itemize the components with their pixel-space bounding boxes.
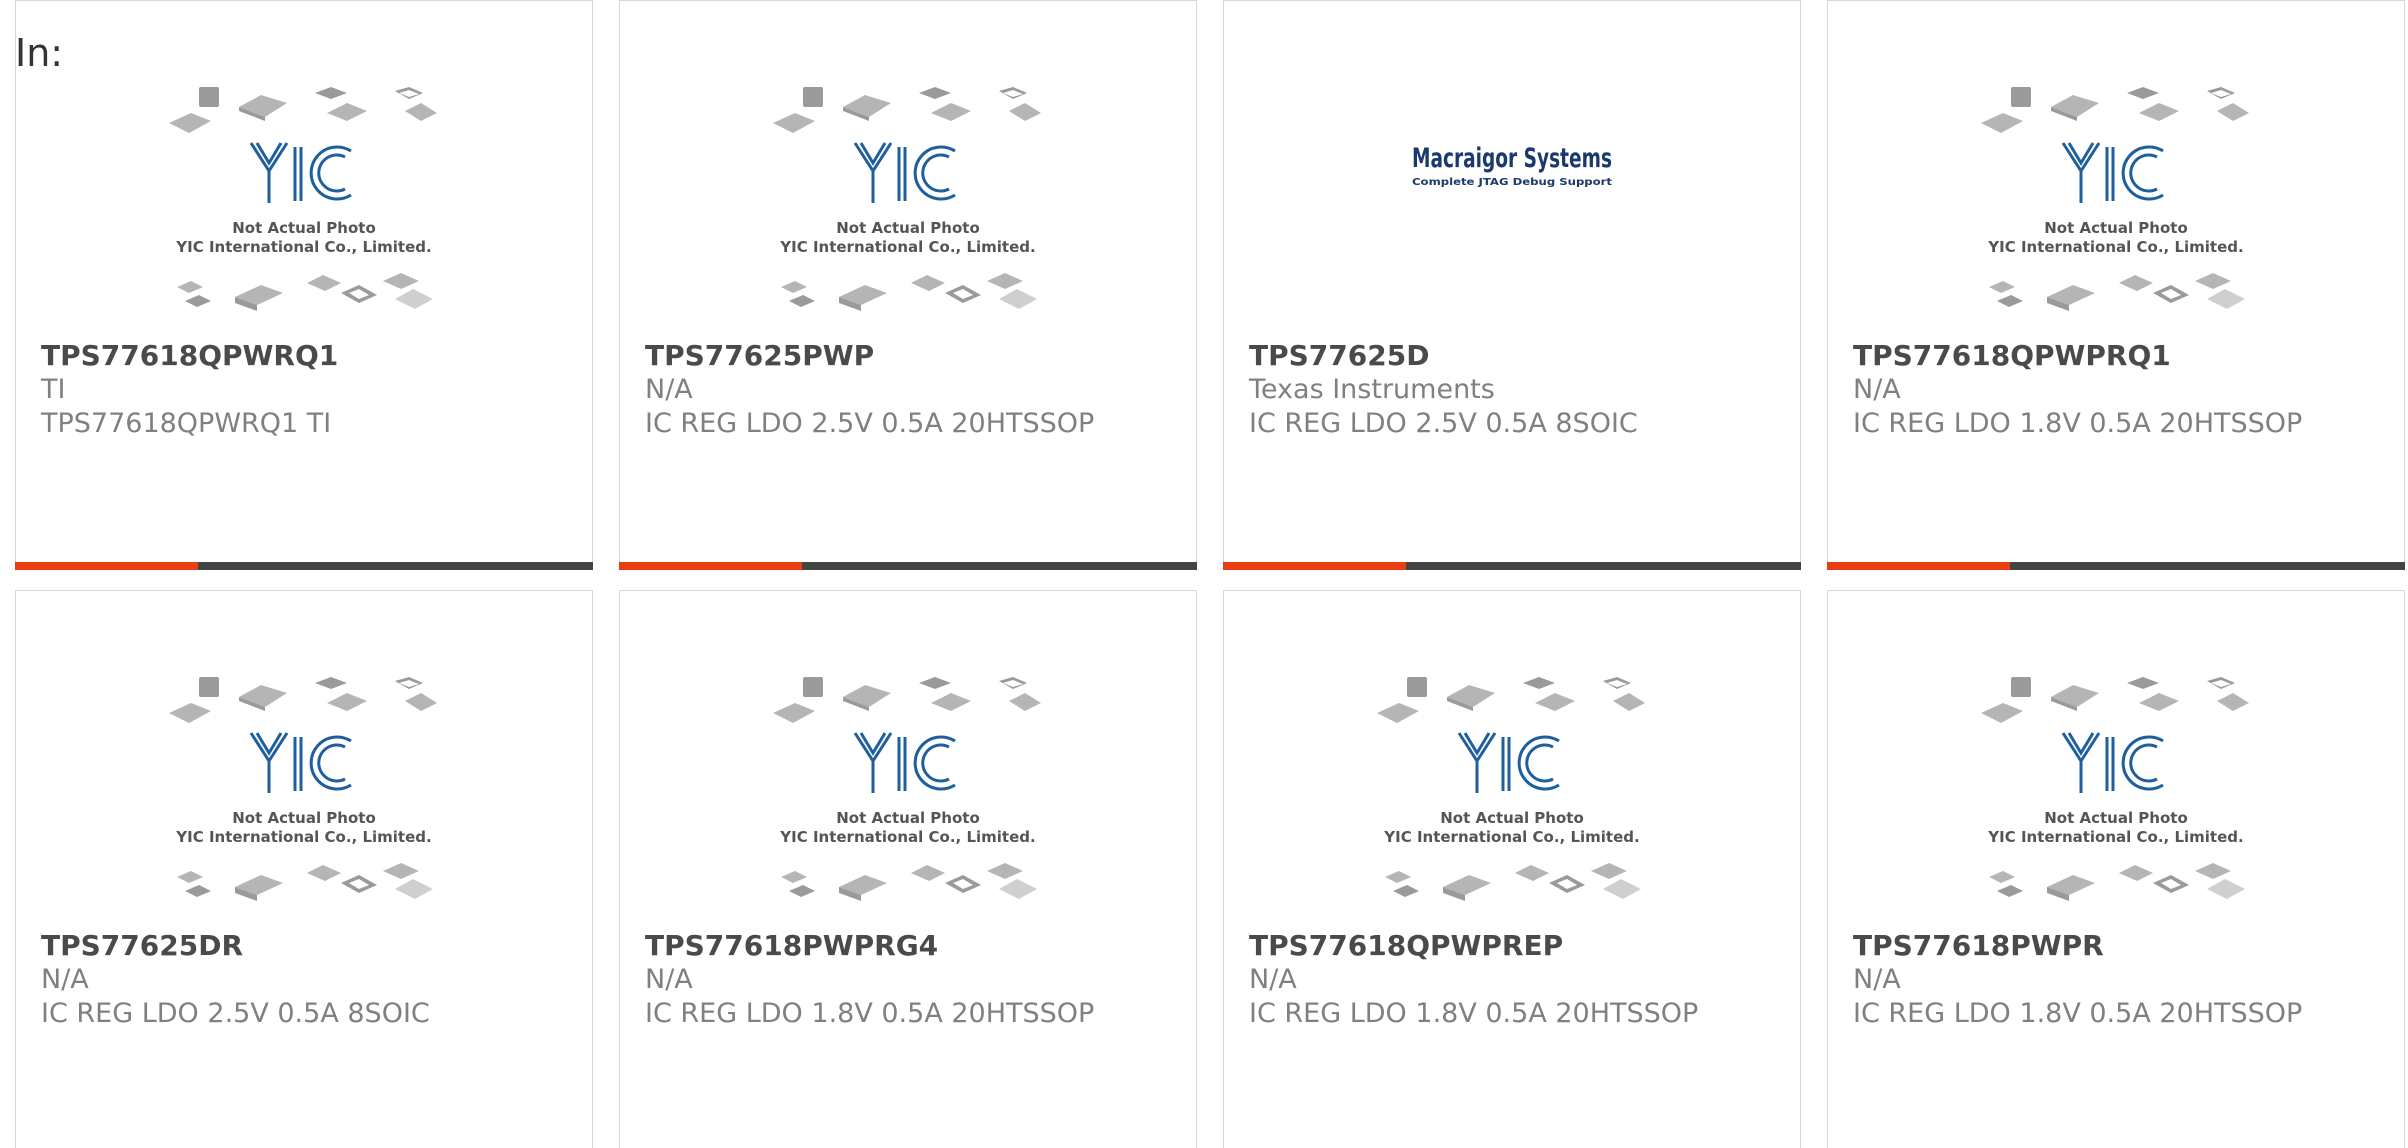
product-info: TPS77625PWP N/A IC REG LDO 2.5V 0.5A 20H… (645, 339, 1184, 441)
svg-text:YIC International Co., Limited: YIC International Co., Limited. (1383, 828, 1639, 846)
product-card[interactable]: Not Actual Photo YIC International Co., … (1223, 590, 1801, 1148)
placeholder-photo-icon: Not Actual Photo YIC International Co., … (1377, 677, 1645, 901)
manufacturer: N/A (41, 964, 89, 995)
card-progress-bar (619, 562, 1197, 570)
product-info: TPS77625D Texas Instruments IC REG LDO 2… (1249, 339, 1788, 441)
svg-text:Not Actual Photo: Not Actual Photo (232, 809, 376, 827)
part-number[interactable]: TPS77625D (1249, 339, 1788, 373)
product-image[interactable]: Not Actual Photo YIC International Co., … (1828, 677, 2404, 923)
product-info: TPS77618QPWPRQ1 N/A IC REG LDO 1.8V 0.5A… (1853, 339, 2392, 441)
manufacturer: N/A (1853, 374, 1901, 405)
description: IC REG LDO 1.8V 0.5A 20HTSSOP (645, 998, 1095, 1029)
card-progress-bar (1223, 562, 1801, 570)
svg-text:YIC International Co., Limited: YIC International Co., Limited. (175, 238, 431, 256)
product-grid: Not Actual Photo YIC International Co., … (15, 0, 2407, 1148)
part-number[interactable]: TPS77618QPWPRQ1 (1853, 339, 2392, 373)
placeholder-photo-icon: Not Actual Photo YIC International Co., … (773, 677, 1041, 901)
product-grid-page: Not Actual Photo YIC International Co., … (0, 0, 2408, 1148)
svg-text:Not Actual Photo: Not Actual Photo (2044, 809, 2188, 827)
svg-text:Not Actual Photo: Not Actual Photo (836, 219, 980, 237)
product-info: TPS77618PWPR N/A IC REG LDO 1.8V 0.5A 20… (1853, 929, 2392, 1031)
product-card[interactable]: Macraigor Systems Complete JTAG Debug Su… (1223, 0, 1801, 570)
placeholder-photo-icon: Not Actual Photo YIC International Co., … (1981, 677, 2249, 901)
product-info: TPS77618PWPRG4 N/A IC REG LDO 1.8V 0.5A … (645, 929, 1184, 1031)
product-image[interactable]: Not Actual Photo YIC International Co., … (1828, 87, 2404, 333)
part-number[interactable]: TPS77618QPWRQ1 (41, 339, 580, 373)
description: IC REG LDO 1.8V 0.5A 20HTSSOP (1853, 408, 2303, 439)
description: TPS77618QPWRQ1 TI (41, 408, 332, 439)
manufacturer: Texas Instruments (1249, 374, 1495, 405)
placeholder-photo-icon: Not Actual Photo YIC International Co., … (1981, 87, 2249, 311)
product-image[interactable]: Not Actual Photo YIC International Co., … (16, 87, 592, 333)
product-image[interactable]: Not Actual Photo YIC International Co., … (1224, 677, 1800, 923)
part-number[interactable]: TPS77625DR (41, 929, 580, 963)
description: IC REG LDO 2.5V 0.5A 20HTSSOP (645, 408, 1095, 439)
manufacturer: N/A (1249, 964, 1297, 995)
svg-text:Not Actual Photo: Not Actual Photo (1440, 809, 1584, 827)
manufacturer: N/A (1853, 964, 1901, 995)
card-progress-bar (15, 562, 593, 570)
macraigor-logo-icon: Macraigor Systems Complete JTAG Debug Su… (1412, 143, 1612, 188)
product-image[interactable]: Not Actual Photo YIC International Co., … (620, 87, 1196, 333)
product-image[interactable]: Not Actual Photo YIC International Co., … (16, 677, 592, 923)
svg-text:Complete JTAG Debug Support: Complete JTAG Debug Support (1412, 177, 1612, 188)
svg-text:Not Actual Photo: Not Actual Photo (232, 219, 376, 237)
product-info: TPS77618QPWPREP N/A IC REG LDO 1.8V 0.5A… (1249, 929, 1788, 1031)
manufacturer: N/A (645, 374, 693, 405)
svg-text:Not Actual Photo: Not Actual Photo (2044, 219, 2188, 237)
description: IC REG LDO 1.8V 0.5A 20HTSSOP (1249, 998, 1699, 1029)
svg-text:YIC International Co., Limited: YIC International Co., Limited. (779, 828, 1035, 846)
svg-text:YIC International Co., Limited: YIC International Co., Limited. (1987, 238, 2243, 256)
manufacturer: TI (41, 374, 66, 405)
svg-text:YIC International Co., Limited: YIC International Co., Limited. (1987, 828, 2243, 846)
description: IC REG LDO 2.5V 0.5A 8SOIC (41, 998, 430, 1029)
product-info: TPS77625DR N/A IC REG LDO 2.5V 0.5A 8SOI… (41, 929, 580, 1031)
part-number[interactable]: TPS77618PWPR (1853, 929, 2392, 963)
placeholder-photo-icon: Not Actual Photo YIC International Co., … (773, 87, 1041, 311)
placeholder-photo-icon: Not Actual Photo YIC International Co., … (169, 677, 437, 901)
description: IC REG LDO 1.8V 0.5A 20HTSSOP (1853, 998, 2303, 1029)
part-number[interactable]: TPS77618PWPRG4 (645, 929, 1184, 963)
product-card[interactable]: Not Actual Photo YIC International Co., … (619, 0, 1197, 570)
part-number[interactable]: TPS77618QPWPREP (1249, 929, 1788, 963)
product-image[interactable]: Not Actual Photo YIC International Co., … (620, 677, 1196, 923)
placeholder-photo-icon: Not Actual Photo YIC International Co., … (169, 87, 437, 311)
svg-text:YIC International Co., Limited: YIC International Co., Limited. (175, 828, 431, 846)
product-image[interactable]: Macraigor Systems Complete JTAG Debug Su… (1224, 87, 1800, 333)
card-progress-bar (1827, 562, 2405, 570)
svg-text:Not Actual Photo: Not Actual Photo (836, 809, 980, 827)
product-card[interactable]: Not Actual Photo YIC International Co., … (15, 0, 593, 570)
product-card[interactable]: Not Actual Photo YIC International Co., … (1827, 0, 2405, 570)
svg-text:YIC International Co., Limited: YIC International Co., Limited. (779, 238, 1035, 256)
product-info: TPS77618QPWRQ1 TI TPS77618QPWRQ1 TI (41, 339, 580, 441)
description: IC REG LDO 2.5V 0.5A 8SOIC (1249, 408, 1638, 439)
product-card[interactable]: Not Actual Photo YIC International Co., … (15, 590, 593, 1148)
in-label: In: (15, 31, 64, 75)
manufacturer: N/A (645, 964, 693, 995)
part-number[interactable]: TPS77625PWP (645, 339, 1184, 373)
svg-text:Macraigor Systems: Macraigor Systems (1412, 143, 1612, 174)
product-card[interactable]: Not Actual Photo YIC International Co., … (1827, 590, 2405, 1148)
product-card[interactable]: Not Actual Photo YIC International Co., … (619, 590, 1197, 1148)
